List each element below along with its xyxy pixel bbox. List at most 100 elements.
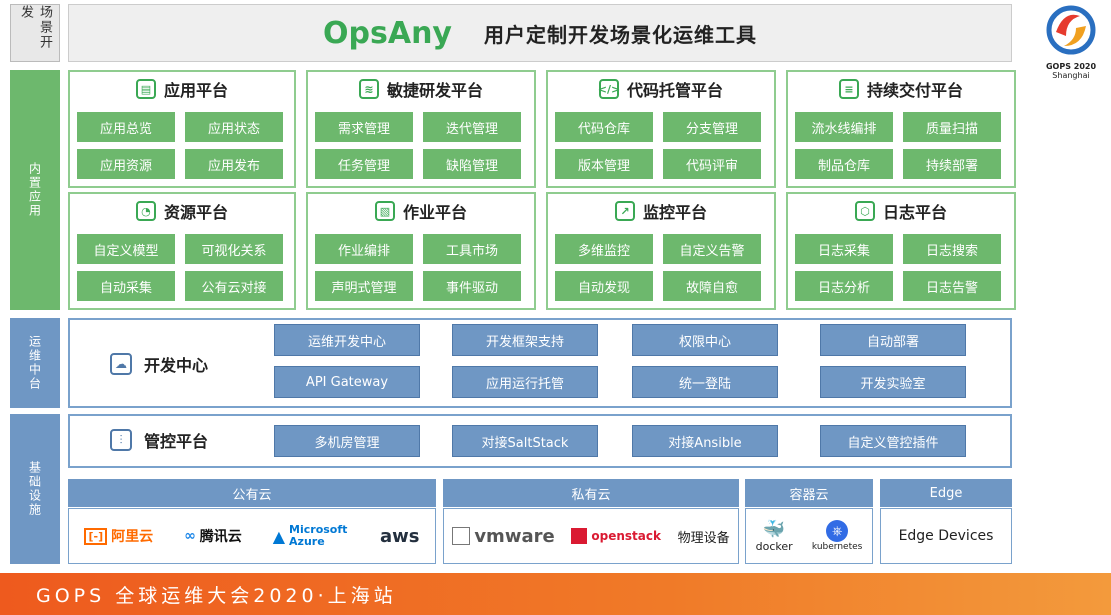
feature-button[interactable]: 作业编排	[315, 234, 413, 264]
panel-title: ◔ 资源平台	[70, 198, 294, 224]
azure-logo: ▲ Microsoft Azure	[272, 523, 348, 548]
tencent-cloud-logo: ∞ 腾讯云	[184, 528, 242, 545]
feature-button[interactable]: 日志告警	[903, 271, 1001, 301]
kubernetes-logo: ⎈ kubernetes	[812, 520, 862, 552]
panel-title-label: 作业平台	[402, 203, 467, 222]
feature-button[interactable]: 日志搜索	[903, 234, 1001, 264]
feature-button[interactable]: 自定义模型	[77, 234, 175, 264]
feature-button[interactable]: 流水线编排	[795, 112, 893, 142]
panel-title-label: 代码托管平台	[626, 81, 723, 100]
panel-title: </> 代码托管平台	[548, 76, 774, 102]
feature-button[interactable]: 日志分析	[795, 271, 893, 301]
panel-4: ◔ 资源平台自定义模型 可视化关系 自动采集 公有云对接	[68, 192, 296, 310]
public-cloud-header: 公有云	[68, 479, 436, 507]
feature-button[interactable]: 版本管理	[555, 149, 653, 179]
panel-title: ≡ 持续交付平台	[788, 76, 1014, 102]
panel-3: ≡ 持续交付平台流水线编排 质量扫描 制品仓库 持续部署	[786, 70, 1016, 188]
footer-banner: GOPS 全球运维大会2020·上海站	[0, 573, 1111, 615]
dev-center-button[interactable]: 统一登陆	[632, 366, 778, 398]
feature-button[interactable]: 可视化关系	[185, 234, 283, 264]
dev-center-button[interactable]: 开发实验室	[820, 366, 966, 398]
vmware-logo: vmware	[452, 526, 555, 547]
panel-title: ▤ 应用平台	[70, 76, 294, 102]
panel-title-label: 敏捷研发平台	[386, 81, 483, 100]
feature-button[interactable]: 日志采集	[795, 234, 893, 264]
openstack-logo: openstack	[571, 528, 661, 544]
feature-button[interactable]: 制品仓库	[795, 149, 893, 179]
header-banner: OpsAny 用户定制开发场景化运维工具	[68, 4, 1012, 62]
feature-button[interactable]: 自动发现	[555, 271, 653, 301]
feature-button[interactable]: 应用发布	[185, 149, 283, 179]
control-button[interactable]: 自定义管控插件	[820, 425, 966, 457]
job-icon: ▧	[374, 201, 395, 221]
dev-center-button[interactable]: 运维开发中心	[274, 324, 420, 356]
feature-button[interactable]: 故障自愈	[663, 271, 761, 301]
feature-button[interactable]: 应用资源	[77, 149, 175, 179]
aws-logo: aws	[380, 525, 420, 547]
log-icon: ⬡	[854, 201, 875, 221]
feature-button[interactable]: 缺陷管理	[423, 149, 521, 179]
cloud-icon: ☁	[110, 353, 132, 375]
feature-button[interactable]: 工具市场	[423, 234, 521, 264]
feature-button[interactable]: 代码仓库	[555, 112, 653, 142]
gops-logo-year: GOPS 2020	[1045, 62, 1097, 71]
panel-title-label: 应用平台	[163, 81, 228, 100]
gops-logo-city: Shanghai	[1052, 71, 1090, 80]
sliders-icon: ⫶	[110, 429, 132, 451]
feature-button[interactable]: 多维监控	[555, 234, 653, 264]
dev-center-button[interactable]: 应用运行托管	[452, 366, 598, 398]
feature-button[interactable]: 质量扫描	[903, 112, 1001, 142]
header-title: 用户定制开发场景化运维工具	[483, 22, 757, 47]
edge-body: Edge Devices	[880, 508, 1012, 564]
control-heading: ⫶ 管控平台	[110, 428, 208, 452]
feature-button[interactable]: 分支管理	[663, 112, 761, 142]
panel-1: ≋ 敏捷研发平台需求管理 迭代管理 任务管理 缺陷管理	[306, 70, 536, 188]
dev-center-title: 开发中心	[144, 356, 209, 375]
side-label-builtin-apps: 内置应用	[10, 70, 60, 310]
panel-title-label: 监控平台	[642, 203, 707, 222]
panel-title: ▧ 作业平台	[308, 198, 534, 224]
side-label-infra: 基础设施	[10, 414, 60, 564]
panel-title-label: 日志平台	[882, 203, 947, 222]
feature-button[interactable]: 应用状态	[185, 112, 283, 142]
feature-button[interactable]: 事件驱动	[423, 271, 521, 301]
panel-0: ▤ 应用平台应用总览 应用状态 应用资源 应用发布	[68, 70, 296, 188]
container-cloud-header: 容器云	[745, 479, 873, 507]
feature-button[interactable]: 自动采集	[77, 271, 175, 301]
opsany-logo: OpsAny	[323, 15, 452, 51]
aliyun-logo: [-] 阿里云	[84, 526, 153, 546]
panel-2: </> 代码托管平台代码仓库 分支管理 版本管理 代码评审	[546, 70, 776, 188]
control-title: 管控平台	[144, 432, 209, 451]
monitor-icon: ↗	[614, 201, 635, 221]
panel-title: ≋ 敏捷研发平台	[308, 76, 534, 102]
feature-button[interactable]: 应用总览	[77, 112, 175, 142]
control-button[interactable]: 对接Ansible	[632, 425, 778, 457]
feature-button[interactable]: 自定义告警	[663, 234, 761, 264]
panel-title-label: 持续交付平台	[866, 81, 963, 100]
pipeline-icon: ≡	[838, 79, 859, 99]
feature-button[interactable]: 代码评审	[663, 149, 761, 179]
panel-6: ↗ 监控平台多维监控 自定义告警 自动发现 故障自愈	[546, 192, 776, 310]
dev-center-button[interactable]: 自动部署	[820, 324, 966, 356]
panel-7: ⬡ 日志平台日志采集 日志搜索 日志分析 日志告警	[786, 192, 1016, 310]
feature-button[interactable]: 迭代管理	[423, 112, 521, 142]
feature-button[interactable]: 公有云对接	[185, 271, 283, 301]
gops-logo: GOPS 2020 Shanghai	[1036, 2, 1106, 80]
app-icon: ▤	[135, 79, 156, 99]
dev-center-button[interactable]: API Gateway	[274, 366, 420, 398]
dev-center-button[interactable]: 权限中心	[632, 324, 778, 356]
dev-center-button[interactable]: 开发框架支持	[452, 324, 598, 356]
panel-title: ⬡ 日志平台	[788, 198, 1014, 224]
control-button[interactable]: 多机房管理	[274, 425, 420, 457]
control-button[interactable]: 对接SaltStack	[452, 425, 598, 457]
private-cloud-body: vmware openstack 物理设备	[443, 508, 739, 564]
panel-title-label: 资源平台	[163, 203, 228, 222]
physical-devices-label: 物理设备	[677, 530, 730, 546]
edge-header: Edge	[880, 479, 1012, 507]
edge-devices-label: Edge Devices	[898, 528, 994, 544]
feature-button[interactable]: 任务管理	[315, 149, 413, 179]
panel-title: ↗ 监控平台	[548, 198, 774, 224]
feature-button[interactable]: 需求管理	[315, 112, 413, 142]
feature-button[interactable]: 声明式管理	[315, 271, 413, 301]
feature-button[interactable]: 持续部署	[903, 149, 1001, 179]
